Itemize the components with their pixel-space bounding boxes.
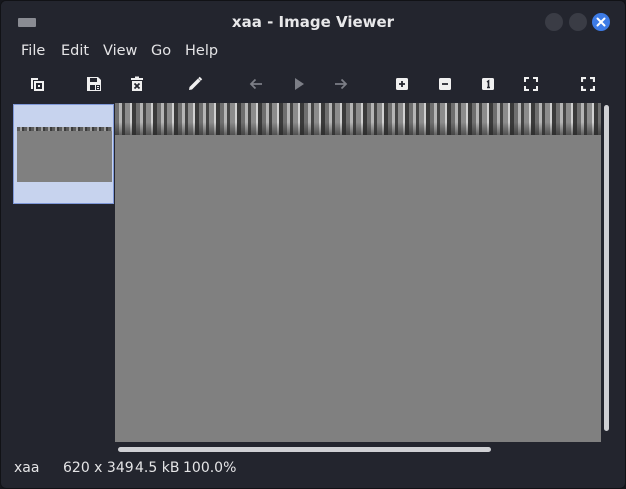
maximize-button[interactable] [569, 13, 587, 31]
horizontal-scrollbar[interactable] [118, 447, 491, 452]
status-filename: xaa [14, 460, 40, 476]
close-icon [596, 17, 606, 27]
thumbnail-item[interactable] [13, 104, 114, 204]
zoom-fit-button[interactable] [520, 73, 542, 95]
fullscreen-icon [581, 77, 595, 91]
toolbar [1, 69, 625, 99]
thumbnail-photo-strip [17, 127, 112, 131]
menu-go[interactable]: Go [151, 43, 171, 59]
status-filesize: 4.5 kB [135, 460, 180, 476]
play-slideshow-icon [295, 78, 304, 90]
menu-bar: File Edit View Go Help [1, 41, 625, 63]
title-bar[interactable]: xaa - Image Viewer [1, 1, 625, 41]
next-button[interactable] [330, 73, 352, 95]
save-button[interactable] [83, 73, 105, 95]
minimize-button[interactable] [545, 13, 563, 31]
menu-help[interactable]: Help [185, 43, 218, 59]
zoom-original-button[interactable] [477, 73, 499, 95]
open-file-button[interactable] [26, 73, 48, 95]
delete-icon [131, 76, 143, 91]
close-button[interactable] [592, 13, 610, 31]
zoom-in-icon [396, 78, 408, 90]
zoom-fit-icon [524, 77, 538, 91]
edit-pencil-icon [189, 76, 203, 90]
save-icon [87, 77, 101, 91]
edit-button[interactable] [184, 73, 206, 95]
image-content [115, 103, 601, 135]
menu-edit[interactable]: Edit [61, 43, 89, 59]
window-title: xaa - Image Viewer [231, 13, 395, 31]
image-viewer-window: xaa - Image Viewer File Edit View Go Hel… [0, 0, 626, 489]
zoom-original-icon [482, 78, 494, 90]
slideshow-button[interactable] [288, 73, 310, 95]
zoom-out-button[interactable] [434, 73, 456, 95]
next-arrow-icon [335, 78, 348, 90]
menu-view[interactable]: View [103, 43, 137, 59]
status-bar: xaa 620 x 349 4.5 kB 100.0% [1, 457, 625, 481]
previous-button[interactable] [245, 73, 267, 95]
image-canvas[interactable] [115, 103, 601, 442]
delete-button[interactable] [126, 73, 148, 95]
zoom-out-icon [439, 78, 451, 90]
zoom-in-button[interactable] [391, 73, 413, 95]
status-zoom: 100.0% [183, 460, 237, 476]
previous-arrow-icon [249, 78, 262, 90]
fullscreen-button[interactable] [577, 73, 599, 95]
menu-file[interactable]: File [21, 43, 45, 59]
vertical-scrollbar[interactable] [604, 105, 609, 431]
open-file-icon [31, 78, 44, 91]
thumbnail-image [17, 127, 112, 182]
status-dimensions: 620 x 349 [63, 460, 134, 476]
